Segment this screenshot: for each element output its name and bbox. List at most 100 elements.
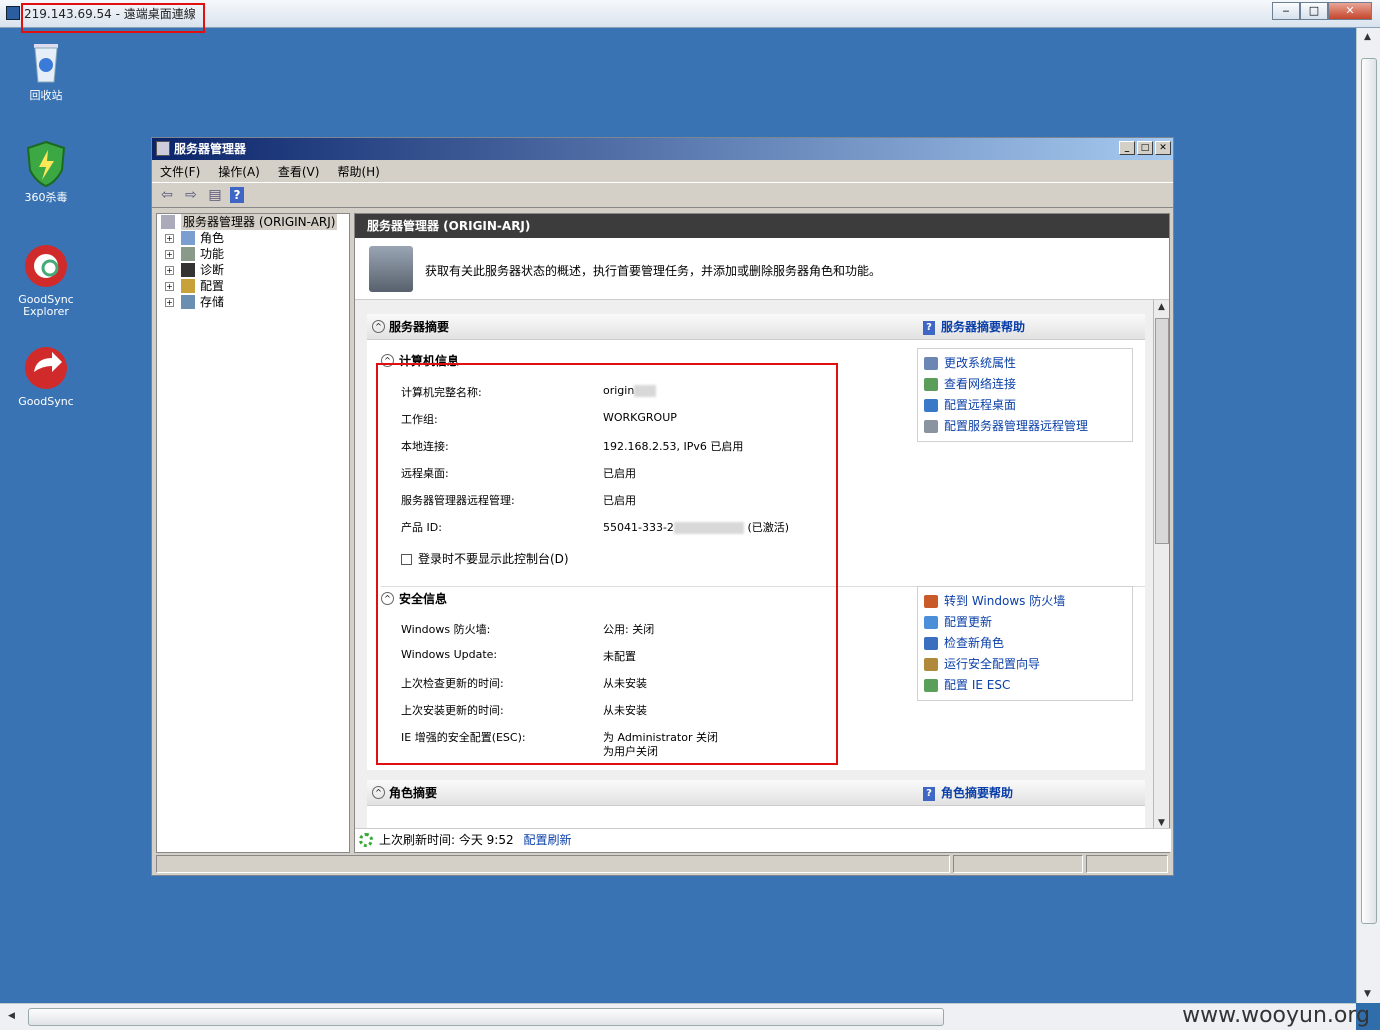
tree-item-configuration[interactable]: + 配置 xyxy=(157,278,349,294)
console-tree: 服务器管理器 (ORIGIN-ARJ) + 角色 + 功能 + 诊断 + 配置 … xyxy=(156,213,350,853)
menu-action[interactable]: 操作(A) xyxy=(218,163,260,180)
status-pane xyxy=(953,855,1083,873)
goodsync-explorer-icon xyxy=(22,242,70,290)
rdp-title-bar: 219.143.69.54 - 遠端桌面連線 ‒ □ ✕ xyxy=(0,0,1380,33)
desktop-icon-360[interactable]: 360杀毒 xyxy=(6,140,86,204)
window-title-bar: 服务器管理器 _ □ ✕ xyxy=(152,138,1173,160)
roles-summary-title: 角色摘要 xyxy=(389,786,438,800)
expand-icon[interactable]: + xyxy=(165,266,174,275)
expand-icon[interactable]: + xyxy=(165,298,174,307)
roles-icon xyxy=(181,231,195,245)
window-minimize-button[interactable]: _ xyxy=(1119,141,1135,155)
collapse-icon[interactable]: ^ xyxy=(372,320,385,333)
security-wizard-icon xyxy=(924,658,938,671)
server-icon xyxy=(161,215,175,229)
task-check-new-roles[interactable]: 检查新角色 xyxy=(918,633,1132,654)
ie-esc-icon xyxy=(924,679,938,692)
expand-icon[interactable]: + xyxy=(165,282,174,291)
menu-help[interactable]: 帮助(H) xyxy=(337,163,379,180)
system-properties-icon xyxy=(924,357,938,370)
desktop-icon-goodsync-explorer[interactable]: GoodSync Explorer xyxy=(6,242,86,318)
task-configure-updates[interactable]: 配置更新 xyxy=(918,612,1132,633)
task-configure-ie-esc[interactable]: 配置 IE ESC xyxy=(918,675,1132,696)
summary-scroll-thumb[interactable] xyxy=(1155,318,1169,544)
desktop-icon-label: GoodSync Explorer xyxy=(18,293,74,318)
summary-scrollbar[interactable]: ▲ ▼ xyxy=(1153,300,1169,830)
configure-refresh-link[interactable]: 配置刷新 xyxy=(523,833,571,847)
storage-icon xyxy=(181,295,195,309)
features-icon xyxy=(181,247,195,261)
status-pane xyxy=(156,855,950,873)
desktop-icon-recycle-bin[interactable]: 回收站 xyxy=(6,38,86,102)
scroll-down-arrow[interactable]: ▼ xyxy=(1158,818,1165,828)
help-icon: ? xyxy=(923,320,935,335)
menu-bar: 文件(F) 操作(A) 查看(V) 帮助(H) xyxy=(152,160,1173,182)
server-manager-icon xyxy=(156,141,170,156)
forward-arrow-icon[interactable]: ⇨ xyxy=(182,187,200,203)
help-icon: ? xyxy=(923,786,935,801)
diagnostics-icon xyxy=(181,263,195,277)
tree-root-server-manager[interactable]: 服务器管理器 (ORIGIN-ARJ) xyxy=(157,214,349,230)
window-title: 服务器管理器 xyxy=(174,142,247,156)
configuration-icon xyxy=(181,279,195,293)
update-icon xyxy=(924,616,938,629)
network-icon xyxy=(924,378,938,391)
remote-management-icon xyxy=(924,420,938,433)
task-go-to-firewall[interactable]: 转到 Windows 防火墙 xyxy=(918,591,1132,612)
rdp-minimize-button[interactable]: ‒ xyxy=(1272,2,1300,20)
tree-item-features[interactable]: + 功能 xyxy=(157,246,349,262)
antivirus-360-icon xyxy=(22,140,70,188)
toolbar: ⇦ ⇨ ▤ ? xyxy=(152,182,1173,208)
goodsync-icon xyxy=(22,344,70,392)
highlight-box-info xyxy=(376,363,838,765)
refresh-arrows-icon xyxy=(924,637,938,650)
rdp-vertical-scrollbar[interactable]: ▲ ▼ xyxy=(1356,28,1380,1003)
server-summary-title: 服务器摘要 xyxy=(389,320,450,334)
task-configure-remote-desktop[interactable]: 配置远程桌面 xyxy=(918,395,1132,416)
task-security-wizard[interactable]: 运行安全配置向导 xyxy=(918,654,1132,675)
roles-summary-header: ^ 角色摘要 ? 角色摘要帮助 xyxy=(367,780,1145,806)
task-view-network-connections[interactable]: 查看网络连接 xyxy=(918,374,1132,395)
security-tasks: 转到 Windows 防火墙 配置更新 检查新角色 运行安全配置向导 配置 IE… xyxy=(917,586,1133,701)
scroll-up-arrow[interactable]: ▲ xyxy=(1158,302,1165,312)
tree-item-diagnostics[interactable]: + 诊断 xyxy=(157,262,349,278)
highlight-box-title xyxy=(21,3,205,33)
show-hide-tree-icon[interactable]: ▤ xyxy=(206,187,224,203)
intro-panel: 获取有关此服务器状态的概述，执行首要管理任务，并添加或删除服务器角色和功能。 xyxy=(355,238,1169,300)
rdp-horizontal-scrollbar[interactable]: ◀ xyxy=(0,1003,1356,1030)
window-maximize-button[interactable]: □ xyxy=(1137,141,1153,155)
server-toolbox-icon xyxy=(369,246,413,292)
collapse-icon[interactable]: ^ xyxy=(372,786,385,799)
tree-item-storage[interactable]: + 存储 xyxy=(157,294,349,310)
server-summary-help-link[interactable]: ? 服务器摘要帮助 xyxy=(923,314,1025,340)
tree-item-roles[interactable]: + 角色 xyxy=(157,230,349,246)
rdp-horizontal-thumb[interactable] xyxy=(28,1008,944,1026)
help-icon[interactable]: ? xyxy=(230,187,244,203)
rdp-maximize-button[interactable]: □ xyxy=(1300,2,1328,20)
roles-summary-help-link[interactable]: ? 角色摘要帮助 xyxy=(923,780,1013,806)
firewall-icon xyxy=(924,595,938,608)
rdp-app-icon xyxy=(6,6,20,20)
rdp-vertical-thumb[interactable] xyxy=(1361,58,1377,924)
intro-text: 获取有关此服务器状态的概述，执行首要管理任务，并添加或删除服务器角色和功能。 xyxy=(425,264,882,278)
menu-file[interactable]: 文件(F) xyxy=(160,163,200,180)
task-change-system-properties[interactable]: 更改系统属性 xyxy=(918,353,1132,374)
recycle-bin-icon xyxy=(22,38,70,86)
window-close-button[interactable]: ✕ xyxy=(1155,141,1171,155)
expand-icon[interactable]: + xyxy=(165,250,174,259)
desktop-icon-label: GoodSync xyxy=(18,395,74,408)
status-pane xyxy=(1086,855,1168,873)
task-configure-remote-management[interactable]: 配置服务器管理器远程管理 xyxy=(918,416,1132,437)
desktop-icon-label: 回收站 xyxy=(29,89,63,102)
expand-icon[interactable]: + xyxy=(165,234,174,243)
menu-view[interactable]: 查看(V) xyxy=(278,163,320,180)
desktop-icon-label: 360杀毒 xyxy=(24,191,68,204)
main-header: 服务器管理器 (ORIGIN-ARJ) xyxy=(355,214,1169,238)
back-arrow-icon[interactable]: ⇦ xyxy=(158,187,176,203)
last-refresh-text: 上次刷新时间: 今天 9:52 xyxy=(379,833,514,847)
window-status-bar xyxy=(156,855,1171,873)
server-summary-header: ^ 服务器摘要 ? 服务器摘要帮助 xyxy=(367,314,1145,340)
watermark: www.wooyun.org xyxy=(1182,1003,1370,1028)
rdp-close-button[interactable]: ✕ xyxy=(1328,2,1372,20)
desktop-icon-goodsync[interactable]: GoodSync xyxy=(6,344,86,408)
